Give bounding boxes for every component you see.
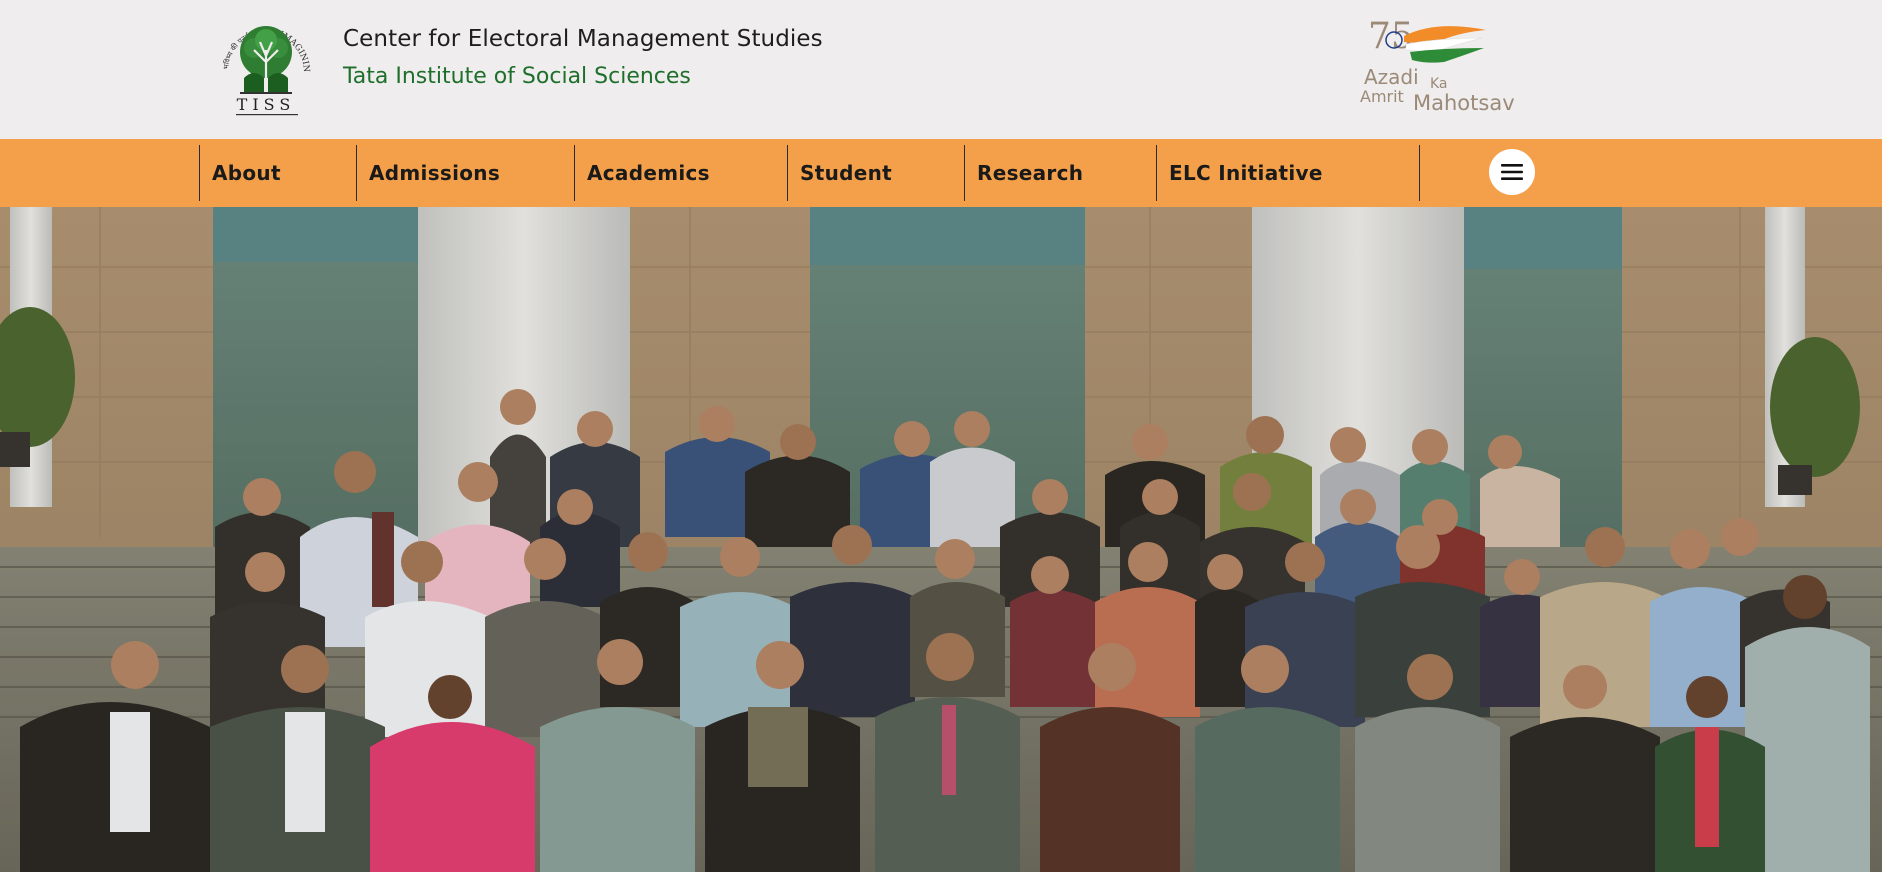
- svg-text:Ka: Ka: [1430, 76, 1448, 92]
- site-title[interactable]: Center for Electoral Management Studies: [343, 26, 823, 52]
- main-nav: About Admissions Academics Student Resea…: [0, 139, 1882, 207]
- svg-text:Azadi: Azadi: [1364, 65, 1419, 89]
- nav-item-academics[interactable]: Academics: [574, 145, 787, 201]
- svg-text:TISS: TISS: [237, 95, 296, 114]
- group-photo: [0, 207, 1882, 872]
- site-titles: Center for Electoral Management Studies …: [343, 26, 823, 89]
- nav-item-label: Admissions: [369, 161, 501, 185]
- nav-item-about[interactable]: About: [199, 145, 356, 201]
- nav-item-research[interactable]: Research: [964, 145, 1156, 201]
- nav-item-elc-initiative[interactable]: ELC Initiative: [1156, 145, 1419, 201]
- site-header: RE-IMAGINING FUTURES भविष्य की पुनर्कल्प…: [0, 0, 1882, 139]
- site-subtitle[interactable]: Tata Institute of Social Sciences: [343, 64, 823, 89]
- nav-item-admissions[interactable]: Admissions: [356, 145, 574, 201]
- tiss-logo[interactable]: RE-IMAGINING FUTURES भविष्य की पुनर्कल्प…: [212, 3, 316, 118]
- menu-button[interactable]: [1489, 149, 1535, 195]
- nav-item-label: About: [212, 161, 281, 185]
- nav-item-label: Academics: [587, 161, 710, 185]
- nav-item-label: Student: [800, 161, 892, 185]
- azadi-ka-amrit-mahotsav-logo: 75 Azadi Ka Amrit Mahotsav: [1358, 14, 1522, 118]
- nav-item-label: ELC Initiative: [1169, 161, 1323, 185]
- svg-text:Amrit: Amrit: [1360, 87, 1404, 106]
- hamburger-menu-icon: [1501, 164, 1523, 180]
- nav-divider: [1419, 145, 1420, 201]
- nav-item-student[interactable]: Student: [787, 145, 964, 201]
- hero-group-photo: [0, 207, 1882, 872]
- nav-item-label: Research: [977, 161, 1084, 185]
- svg-text:Mahotsav: Mahotsav: [1413, 91, 1515, 115]
